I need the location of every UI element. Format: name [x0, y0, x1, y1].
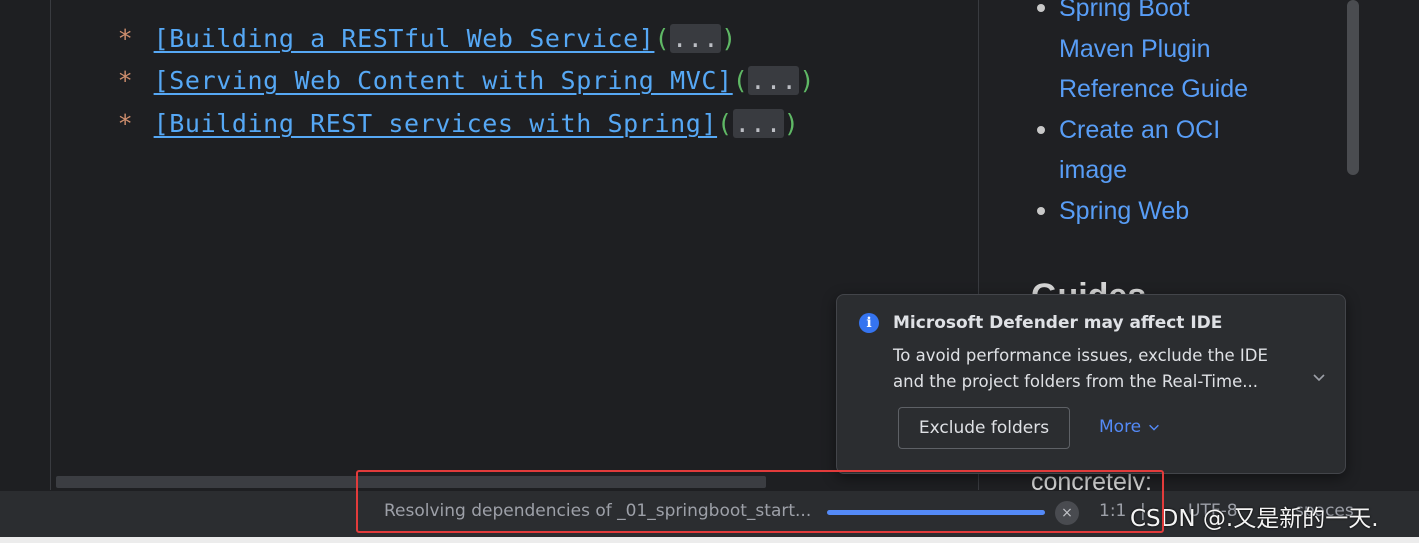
folded-url[interactable]: ...	[732, 109, 784, 138]
preview-link-text[interactable]: Spring Web	[1059, 197, 1189, 225]
horizontal-scrollbar[interactable]	[56, 476, 766, 488]
chevron-down-icon	[1148, 424, 1159, 431]
csdn-watermark: CSDN @.又是新的一天.	[1130, 506, 1379, 532]
close-paren: )	[799, 66, 815, 95]
preview-link[interactable]: Create an OCI	[1037, 110, 1248, 151]
bullet-icon	[1037, 206, 1045, 215]
more-label[interactable]: More	[1099, 417, 1141, 437]
preview-list: Spring Boot Maven Plugin Reference Guide…	[1037, 0, 1248, 232]
preview-link-text[interactable]: image	[1059, 156, 1127, 184]
editor-gutter	[0, 0, 50, 490]
preview-link-text[interactable]: Spring Boot	[1059, 0, 1190, 22]
vertical-scrollbar[interactable]	[1347, 0, 1359, 175]
bullet-star: *	[117, 109, 134, 138]
notification-body: To avoid performance issues, exclude the…	[893, 343, 1293, 395]
preview-link[interactable]: image	[1059, 150, 1248, 191]
code-line[interactable]: * [Serving Web Content with Spring MVC](.…	[51, 30, 815, 95]
background-task-text[interactable]: Resolving dependencies of _01_springboot…	[384, 501, 811, 521]
info-icon: i	[859, 313, 879, 333]
window-bottom-edge	[0, 537, 1419, 543]
markdown-link[interactable]: [Building REST services with Spring]	[154, 109, 717, 138]
preview-link[interactable]: Reference Guide	[1059, 69, 1248, 110]
open-paren: (	[717, 109, 733, 138]
preview-link[interactable]: Spring Web	[1037, 191, 1248, 232]
status-bar: Resolving dependencies of _01_springboot…	[0, 490, 1419, 543]
preview-link[interactable]: Maven Plugin	[1059, 29, 1248, 70]
exclude-folders-button[interactable]: Exclude folders	[898, 407, 1070, 449]
defender-notification: i Microsoft Defender may affect IDE To a…	[836, 294, 1346, 474]
caret-position[interactable]: 1:1	[1099, 501, 1126, 521]
preview-link-text[interactable]: Create an OCI	[1059, 116, 1220, 144]
notification-title: Microsoft Defender may affect IDE	[893, 313, 1223, 333]
preview-link-text[interactable]: Maven Plugin	[1059, 35, 1210, 63]
chevron-down-icon[interactable]	[1311, 369, 1331, 389]
progress-fill	[827, 510, 1045, 515]
notification-body-line: and the project folders from the Real-Ti…	[893, 372, 1258, 391]
bullet-icon	[1037, 4, 1045, 12]
code-line[interactable]: * [Building REST services with Spring](..…	[51, 73, 799, 138]
code-line[interactable]: * [Building a RESTful Web Service](...)	[51, 0, 737, 53]
preview-link-text[interactable]: Reference Guide	[1059, 75, 1248, 103]
more-dropdown[interactable]: More	[1099, 407, 1161, 447]
bullet-icon	[1037, 125, 1045, 134]
notification-body-line: To avoid performance issues, exclude the…	[893, 346, 1268, 365]
cancel-task-icon[interactable]: ×	[1055, 501, 1079, 525]
progress-bar	[827, 510, 1045, 515]
preview-link[interactable]: Spring Boot	[1037, 0, 1248, 29]
close-paren: )	[783, 109, 800, 138]
